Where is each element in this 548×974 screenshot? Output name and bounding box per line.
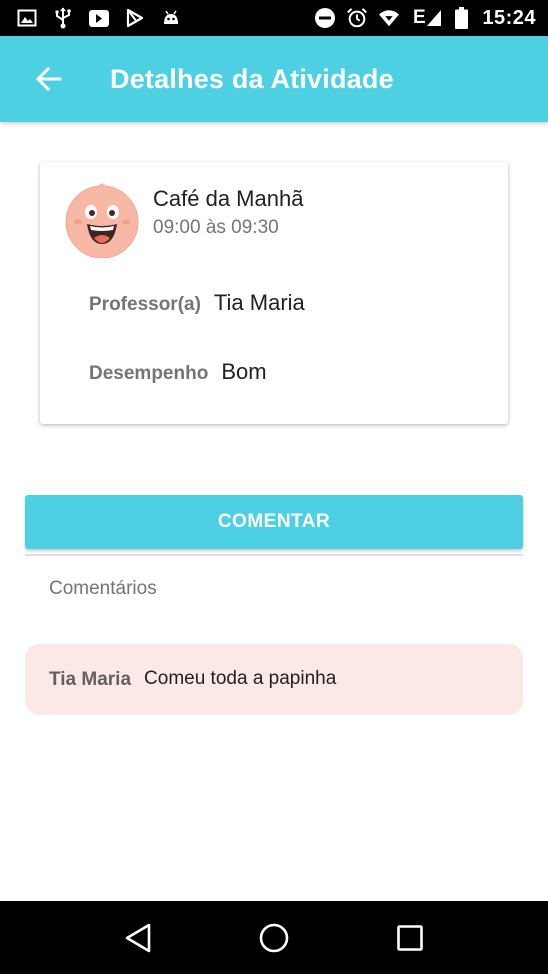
nav-back-button[interactable]	[98, 901, 178, 974]
do-not-disturb-icon	[314, 7, 336, 29]
activity-time: 09:00 às 09:30	[153, 217, 279, 238]
status-system: E 15:24	[314, 7, 536, 30]
image-icon	[16, 7, 38, 29]
play-store-icon	[124, 7, 146, 29]
nav-recents-icon	[397, 924, 423, 951]
status-bar: E 15:24	[0, 0, 548, 36]
comments-heading: Comentários	[49, 578, 157, 599]
baby-face-icon	[64, 182, 140, 259]
nav-back-icon	[125, 923, 151, 952]
comment-button[interactable]: COMENTAR	[25, 495, 523, 549]
network-e-icon: E	[410, 7, 444, 29]
comment-item: Tia Maria Comeu toda a papinha	[25, 644, 523, 715]
status-time: 15:24	[482, 6, 536, 29]
nav-home-icon	[259, 923, 289, 952]
back-button[interactable]	[25, 55, 73, 103]
arrow-back-icon	[36, 67, 62, 91]
status-notifications	[16, 7, 182, 29]
nav-home-button[interactable]	[234, 901, 314, 974]
page-title: Detalhes da Atividade	[110, 63, 394, 94]
divider	[25, 554, 523, 556]
battery-icon	[454, 7, 468, 29]
comment-text: Comeu toda a papinha	[144, 667, 337, 689]
teacher-label: Professor(a)	[89, 294, 201, 315]
usb-icon	[52, 7, 74, 29]
network-type-label: E	[413, 7, 426, 28]
app-store-icon	[88, 7, 110, 29]
performance-row: Desempenho Bom	[89, 359, 267, 385]
activity-card: Café da Manhã 09:00 às 09:30 Professor(a…	[40, 162, 508, 424]
screen: E 15:24 Detalhes da Atividade Café da Ma…	[0, 0, 548, 974]
performance-value: Bom	[221, 359, 267, 384]
comment-author: Tia Maria	[49, 668, 132, 690]
performance-label: Desempenho	[89, 363, 209, 384]
navigation-bar	[0, 901, 548, 974]
wifi-icon	[378, 7, 400, 29]
alarm-icon	[346, 7, 368, 29]
teacher-row: Professor(a) Tia Maria	[89, 290, 305, 316]
nav-recents-button[interactable]	[370, 901, 450, 974]
activity-name: Café da Manhã	[153, 186, 304, 211]
app-bar: Detalhes da Atividade	[0, 36, 548, 122]
android-icon	[160, 7, 182, 29]
teacher-value: Tia Maria	[213, 290, 305, 315]
